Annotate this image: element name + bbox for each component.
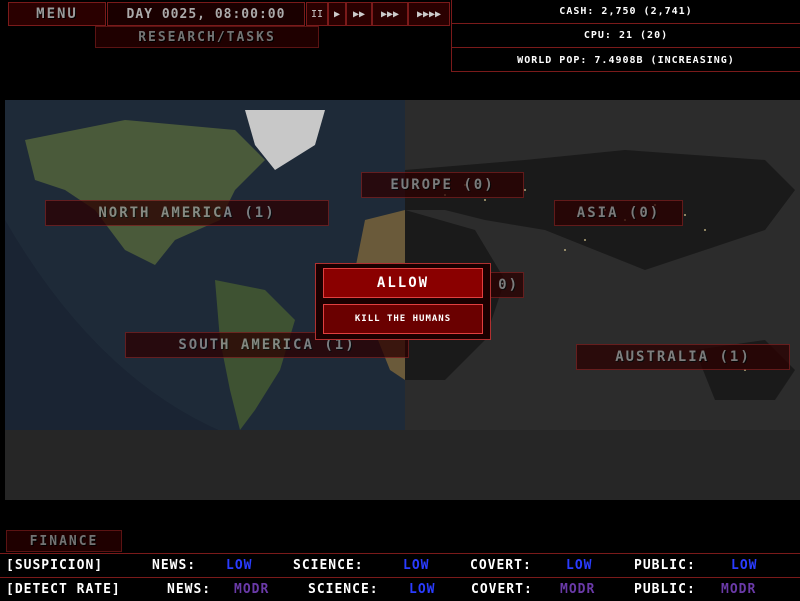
suspicion-science-label: SCIENCE: [293,558,364,573]
suspicion-covert-label: COVERT: [470,558,532,573]
suspicion-news-label: NEWS: [152,558,197,573]
speed-2-button[interactable]: ▶▶ [346,2,372,26]
fastest-forward-icon: ▶▶▶▶ [416,8,442,20]
stats-panel: CASH: 2,750 (2,741) CPU: 21 (20) WORLD P… [451,0,800,72]
detect-news-label: NEWS: [167,582,212,597]
region-australia[interactable]: AUSTRALIA (1) [576,344,790,370]
pause-icon: II [310,8,324,20]
speed-3-button[interactable]: ▶▶▶ [372,2,408,26]
play-icon: ▶ [333,8,341,20]
detect-rate-label: [DETECT RATE] [6,582,121,597]
suspicion-science-value: LOW [403,558,430,573]
world-pop-readout: WORLD POP: 7.4908B (INCREASING) [517,54,735,66]
detect-covert-label: COVERT: [471,582,533,597]
detect-public-value: MODR [721,582,757,597]
detect-rate-bar: [DETECT RATE] NEWS: MODR SCIENCE: LOW CO… [0,577,800,601]
menu-button[interactable]: Menu [8,2,106,26]
suspicion-bar: [SUSPICION] NEWS: LOW SCIENCE: LOW COVER… [0,553,800,577]
region-north-america[interactable]: NORTH AMERICA (1) [45,200,329,226]
kill-the-humans-button[interactable]: Kill the humans [323,304,483,334]
speed-4-button[interactable]: ▶▶▶▶ [408,2,450,26]
detect-science-label: SCIENCE: [308,582,379,597]
faster-forward-icon: ▶▶▶ [380,8,400,20]
suspicion-public-label: PUBLIC: [634,558,696,573]
detect-public-label: PUBLIC: [634,582,696,597]
detect-covert-value: MODR [560,582,596,597]
suspicion-news-value: LOW [226,558,253,573]
pause-button[interactable]: II [306,2,328,26]
detect-news-value: MODR [234,582,270,597]
fast-forward-icon: ▶▶ [352,8,366,20]
choice-dialog: Allow Kill the humans [315,263,491,340]
finance-button[interactable]: Finance [6,530,122,552]
region-asia[interactable]: ASIA (0) [554,200,683,226]
suspicion-public-value: LOW [731,558,758,573]
region-europe[interactable]: EUROPE (0) [361,172,524,198]
speed-1-button[interactable]: ▶ [328,2,346,26]
suspicion-covert-value: LOW [566,558,593,573]
day-clock: DAY 0025, 08:00:00 [107,2,305,26]
cash-readout: CASH: 2,750 (2,741) [452,0,800,24]
research-tasks-button[interactable]: Research/Tasks [95,26,319,48]
suspicion-label: [SUSPICION] [6,558,104,573]
allow-button[interactable]: Allow [323,268,483,298]
detect-science-value: LOW [409,582,436,597]
cpu-readout: CPU: 21 (20) [452,24,800,48]
